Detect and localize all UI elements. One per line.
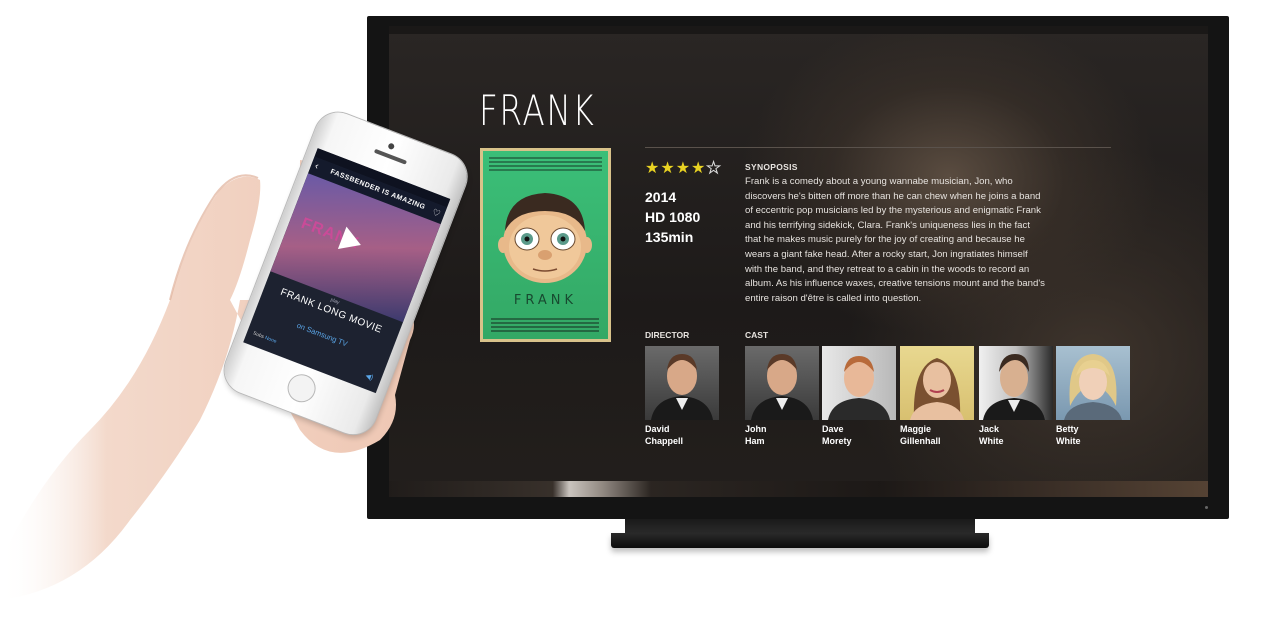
- phone-subs-setting[interactable]: Subs None: [252, 330, 277, 344]
- rating-stars: ★ ★ ★ ★ ★: [645, 160, 721, 177]
- director-name: David Chappell: [645, 424, 684, 446]
- cast-card[interactable]: Betty White: [1056, 346, 1130, 447]
- star-filled-icon: ★: [675, 160, 691, 177]
- background-image-strip: [389, 481, 1208, 497]
- movie-poster[interactable]: FRANK: [480, 148, 611, 342]
- phone-speaker: [373, 148, 408, 165]
- poster-title: FRANK: [513, 293, 578, 308]
- cast-photo: [822, 346, 896, 420]
- cast-card[interactable]: John Ham: [745, 346, 819, 447]
- poster-artwork: FRANK: [483, 151, 608, 339]
- cast-name: Betty White: [1056, 424, 1081, 446]
- star-filled-icon: ★: [691, 160, 706, 177]
- synopsis-label: SYNOPOSIS: [745, 162, 798, 172]
- cast-name: Dave Morety: [822, 424, 852, 446]
- tv-stand: [625, 519, 975, 533]
- movie-meta: 2014 HD 1080 135min: [645, 187, 700, 247]
- cast-name: John Ham: [745, 424, 767, 446]
- cast-photo: [979, 346, 1053, 420]
- movie-duration: 135min: [645, 229, 694, 245]
- synopsis-text: Frank is a comedy about a young wannabe …: [745, 176, 1045, 304]
- screen-top-bar: [389, 26, 1208, 34]
- star-filled-icon: ★: [660, 160, 675, 177]
- power-led: [1205, 506, 1208, 509]
- cast-card[interactable]: Dave Morety: [822, 346, 896, 447]
- cast-card[interactable]: Jack White: [979, 346, 1053, 447]
- movie-title: FRANK: [479, 86, 596, 135]
- poster-billing-block: [491, 316, 599, 336]
- phone-camera: [387, 142, 396, 151]
- volume-icon[interactable]: ◀): [364, 372, 374, 382]
- director-photo: [645, 346, 719, 420]
- movie-year: 2014: [645, 189, 677, 205]
- subs-label: Subs: [252, 330, 265, 341]
- star-filled-icon: ★: [645, 160, 660, 177]
- star-empty-icon: ★: [706, 160, 721, 177]
- poster-credits: [489, 155, 602, 177]
- header-divider: [645, 147, 1111, 148]
- home-button[interactable]: [283, 370, 320, 407]
- frank-head-icon: [498, 193, 592, 283]
- cast-name: Jack White: [979, 424, 1004, 446]
- cast-photo: [1056, 346, 1130, 420]
- cast-photo: [900, 346, 974, 420]
- cast-photo: [745, 346, 819, 420]
- cast-card[interactable]: Maggie Gillenhall: [900, 346, 974, 447]
- cast-label: CAST: [745, 330, 769, 340]
- tv-stand-base: [611, 533, 989, 548]
- cast-name: Maggie Gillenhall: [900, 424, 941, 446]
- subs-value: None: [263, 334, 278, 345]
- movie-quality: HD 1080: [645, 209, 701, 225]
- director-card[interactable]: David Chappell: [645, 346, 719, 447]
- director-label: DIRECTOR: [645, 330, 690, 340]
